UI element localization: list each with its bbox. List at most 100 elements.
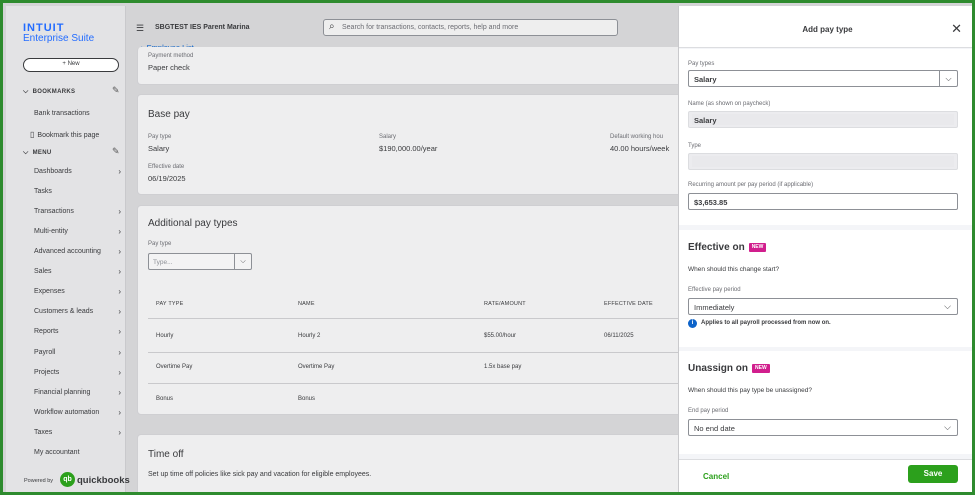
- pay-types-label: Pay types: [688, 61, 715, 67]
- chevron-right-icon: ›: [118, 227, 121, 236]
- end-pay-period-select[interactable]: No end date ⌵: [688, 419, 958, 436]
- end-pay-period-label: End pay period: [688, 408, 729, 414]
- app-window: INTUIT Enterprise Suite + New ⌵ BOOKMARKS…: [0, 0, 975, 495]
- table-cell: Hourly: [156, 333, 174, 339]
- cancel-button[interactable]: Cancel: [703, 472, 729, 481]
- pay-type-details-section: Pay types Salary ⌵ Name (as shown on pay…: [679, 49, 972, 225]
- powered-by-label: Powered by: [24, 478, 54, 484]
- sidebar-item-reports[interactable]: Reports ›: [34, 327, 124, 336]
- table-cell: Hourly 2: [298, 333, 321, 339]
- salary-value: $190,000.00/year: [379, 144, 438, 153]
- recurring-amount-label: Recurring amount per pay period (if appl…: [688, 182, 814, 188]
- sidebar-item-payroll[interactable]: Payroll ›: [34, 348, 124, 357]
- edit-menu-pencil-icon[interactable]: ✎: [112, 146, 120, 157]
- effective-date-value: 06/19/2025: [148, 174, 186, 183]
- effective-on-section: Effective on NEW When should this change …: [679, 230, 972, 347]
- chevron-right-icon: ›: [118, 167, 121, 176]
- chevron-right-icon: ›: [118, 207, 121, 216]
- table-cell: $55.00/hour: [484, 333, 517, 339]
- table-cell: Overtime Pay: [156, 364, 193, 370]
- sidebar-item-financial-planning[interactable]: Financial planning ›: [34, 388, 124, 397]
- time-off-description: Set up time off policies like sick pay a…: [148, 471, 372, 478]
- working-hours-value: 40.00 hours/week: [610, 144, 670, 153]
- sidebar-item-my-accountant[interactable]: My accountant: [34, 449, 124, 456]
- chevron-right-icon: ›: [118, 287, 121, 296]
- time-off-title: Time off: [148, 449, 184, 460]
- unassign-question: When should this pay type be unassigned?: [688, 387, 812, 394]
- quickbooks-logo-icon: qb: [60, 472, 75, 487]
- pay-types-select[interactable]: Salary ⌵: [688, 70, 958, 87]
- panel-footer: Cancel Save: [679, 459, 972, 492]
- sidebar-item-dashboards[interactable]: Dashboards ›: [34, 167, 124, 176]
- working-hours-label: Default working hou: [610, 134, 664, 140]
- effective-question: When should this change start?: [688, 266, 780, 273]
- new-badge: NEW: [748, 243, 767, 252]
- chevron-down-icon: ⌵: [23, 149, 29, 156]
- row-divider: [148, 383, 683, 384]
- sidebar-item-transactions[interactable]: Transactions ›: [34, 207, 124, 216]
- save-button[interactable]: Save: [908, 465, 958, 483]
- bookmark-bank-transactions[interactable]: Bank transactions: [34, 110, 124, 117]
- bookmark-this-page[interactable]: ▯ Bookmark this page: [30, 130, 120, 139]
- time-off-card: Time off Set up time off policies like s…: [137, 434, 682, 492]
- chevron-right-icon: ›: [118, 408, 121, 417]
- payment-method-label: Payment method: [148, 53, 194, 59]
- table-header-divider: [148, 318, 683, 319]
- panel-header: Add pay type ✕: [679, 6, 972, 48]
- chevron-down-icon: ⌵: [23, 88, 29, 95]
- close-icon[interactable]: ✕: [951, 21, 962, 37]
- chevron-right-icon: ›: [118, 307, 121, 316]
- pay-type-select[interactable]: Type... ⌵: [148, 253, 252, 270]
- chevron-down-icon: ⌵: [944, 422, 951, 432]
- left-sidebar: INTUIT Enterprise Suite + New ⌵ BOOKMARKS…: [6, 6, 130, 492]
- bookmark-icon: ▯: [30, 130, 35, 139]
- add-pay-type-panel: Add pay type ✕ Pay types Salary ⌵ Name (…: [678, 6, 972, 492]
- info-icon: i: [688, 319, 697, 328]
- chevron-right-icon: ›: [118, 247, 121, 256]
- chevron-down-icon: ⌵: [944, 301, 951, 311]
- edit-bookmarks-pencil-icon[interactable]: ✎: [112, 85, 120, 96]
- menu-section[interactable]: ⌵ MENU: [23, 149, 51, 157]
- product-name: Enterprise Suite: [23, 33, 95, 44]
- sidebar-item-customers-leads[interactable]: Customers & leads ›: [34, 307, 124, 316]
- chevron-right-icon: ›: [118, 267, 121, 276]
- new-button[interactable]: + New: [23, 58, 119, 72]
- table-cell: Bonus: [156, 396, 174, 402]
- effective-pay-period-label: Effective pay period: [688, 287, 741, 293]
- collapse-menu-icon[interactable]: ☰: [136, 23, 144, 34]
- base-pay-title: Base pay: [148, 109, 190, 120]
- table-cell: Overtime Pay: [298, 364, 335, 370]
- chevron-down-icon: ⌵: [234, 254, 251, 269]
- sidebar-item-projects[interactable]: Projects ›: [34, 368, 124, 377]
- table-cell: 1.5x base pay: [484, 364, 522, 370]
- sidebar-item-workflow-automation[interactable]: Workflow automation ›: [34, 408, 124, 417]
- additional-pay-types-title: Additional pay types: [148, 218, 238, 229]
- column-header-effective-date: EFFECTIVE DATE: [604, 301, 653, 307]
- sidebar-item-expenses[interactable]: Expenses ›: [34, 287, 124, 296]
- search-placeholder: Search for transactions, contacts, repor…: [342, 24, 519, 31]
- payment-method-card: Payment method Paper check: [137, 47, 682, 85]
- chevron-right-icon: ›: [118, 428, 121, 437]
- pay-type-select-label: Pay type: [148, 241, 172, 247]
- effective-pay-period-select[interactable]: Immediately ⌵: [688, 298, 958, 315]
- effective-note: Applies to all payroll processed from no…: [701, 320, 831, 326]
- company-name[interactable]: SBGTEST IES Parent Marina: [155, 24, 250, 31]
- new-badge: NEW: [752, 364, 770, 373]
- bookmarks-section[interactable]: ⌵ BOOKMARKS: [23, 88, 75, 96]
- quickbooks-wordmark: quickbooks: [77, 475, 130, 486]
- sidebar-item-advanced-accounting[interactable]: Advanced accounting ›: [34, 247, 124, 256]
- chevron-right-icon: ›: [118, 348, 121, 357]
- recurring-amount-input[interactable]: $3,653.85: [688, 193, 958, 210]
- name-on-paycheck-label: Name (as shown on paycheck): [688, 101, 771, 107]
- panel-title: Add pay type: [802, 25, 853, 34]
- search-input[interactable]: ⌕ Search for transactions, contacts, rep…: [323, 19, 618, 36]
- table-cell: 06/11/2025: [604, 333, 634, 339]
- chevron-right-icon: ›: [118, 327, 121, 336]
- sidebar-item-taxes[interactable]: Taxes ›: [34, 428, 124, 437]
- sidebar-item-sales[interactable]: Sales ›: [34, 267, 124, 276]
- column-header-rate: RATE/AMOUNT: [484, 301, 526, 307]
- effective-on-title: Effective on NEW: [688, 242, 767, 253]
- sidebar-item-multi-entity[interactable]: Multi-entity ›: [34, 227, 124, 236]
- sidebar-item-tasks[interactable]: Tasks: [34, 188, 124, 195]
- base-pay-card: Base pay Pay type Salary Salary $190,000…: [137, 94, 682, 195]
